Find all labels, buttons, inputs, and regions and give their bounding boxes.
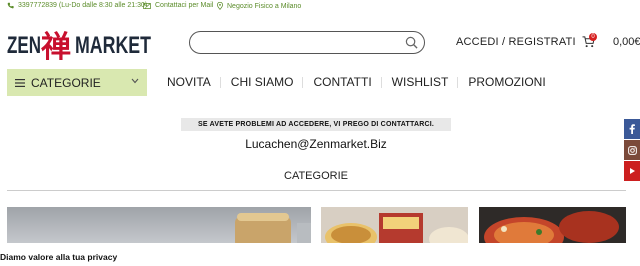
search-icon[interactable]: [405, 36, 418, 49]
nav-item-novita[interactable]: NOVITA: [167, 75, 221, 89]
category-image-3: [479, 207, 626, 247]
cart-total: 0,00€: [613, 36, 640, 48]
contact-mail-text: Contattaci per Mail: [155, 2, 214, 9]
category-image-2: [321, 207, 468, 247]
cart-button[interactable]: 0 0,00€: [582, 33, 640, 48]
category-image-1: [7, 207, 311, 247]
facebook-button[interactable]: [624, 119, 640, 139]
search-input[interactable]: [200, 35, 404, 53]
mail-icon: [143, 2, 151, 9]
cart-count-badge: 0: [589, 33, 597, 41]
privacy-banner: Diamo valore alla tua privacy: [0, 243, 640, 266]
chevron-down-icon: [131, 78, 139, 84]
contact-email[interactable]: Lucachen@Zenmarket.Biz: [0, 137, 632, 151]
categories-button[interactable]: CATEGORIE: [7, 69, 147, 96]
instagram-button[interactable]: [624, 140, 640, 160]
store-text: Negozio Fisico a Milano: [227, 2, 302, 10]
login-problem-notice: SE AVETE PROBLEMI AD ACCEDERE, VI PREGO …: [181, 118, 451, 131]
youtube-icon: [630, 168, 635, 174]
top-info-bar: 3397772839 (Lu-Do dalle 8:30 alle 21:30)…: [0, 0, 640, 14]
main-nav: NOVITA CHI SIAMO CONTATTI WISHLIST PROMO…: [167, 75, 566, 89]
facebook-icon: [629, 124, 635, 134]
instagram-icon: [627, 145, 637, 155]
privacy-title: Diamo valore alla tua privacy: [0, 252, 118, 262]
nav-item-chi-siamo[interactable]: CHI SIAMO: [231, 75, 304, 89]
categories-button-label: CATEGORIE: [31, 75, 101, 90]
location-pin-icon: [217, 2, 223, 10]
phone-text: 3397772839 (Lu-Do dalle 8:30 alle 21:30): [18, 2, 148, 9]
section-divider: [7, 190, 626, 191]
hamburger-icon: [15, 78, 25, 87]
site-logo[interactable]: ZEN 禅 MARKET: [7, 26, 152, 65]
logo-text-left: ZEN: [7, 32, 41, 59]
category-tile-3[interactable]: [479, 207, 626, 247]
youtube-button[interactable]: [624, 161, 640, 181]
category-tile-2[interactable]: [321, 207, 468, 247]
categories-section-title: CATEGORIE: [284, 170, 348, 182]
category-tile-1[interactable]: [7, 207, 311, 247]
search-bar[interactable]: [189, 31, 425, 54]
logo-kanji: 禅: [41, 30, 71, 60]
logo-text-right: MARKET: [75, 32, 151, 59]
contact-mail-link[interactable]: Contattaci per Mail: [143, 2, 213, 9]
nav-item-promozioni[interactable]: PROMOZIONI: [468, 75, 555, 89]
phone-icon: [7, 2, 14, 9]
nav-item-wishlist[interactable]: WISHLIST: [392, 75, 459, 89]
store-link[interactable]: Negozio Fisico a Milano: [217, 2, 301, 10]
nav-item-contatti[interactable]: CONTATTI: [313, 75, 382, 89]
login-register-link[interactable]: ACCEDI / REGISTRATI: [456, 36, 576, 48]
phone-info[interactable]: 3397772839 (Lu-Do dalle 8:30 alle 21:30): [7, 2, 147, 9]
